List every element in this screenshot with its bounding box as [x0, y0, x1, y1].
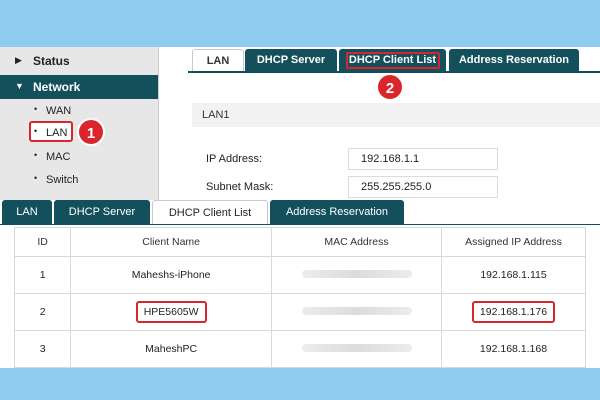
caret-right-icon: ▶ — [15, 55, 22, 65]
column-header-client-name: Client Name — [70, 227, 273, 257]
assigned-ip-highlight: 192.168.1.176 — [471, 301, 556, 323]
column-header-mac-address: MAC Address — [271, 227, 442, 257]
table-row: 1 Maheshs-iPhone 192.168.1.115 — [13, 256, 586, 294]
sidebar-item-status[interactable]: ▶ Status — [0, 49, 158, 73]
lan1-section-header: LAN1 — [192, 103, 600, 127]
section-title: LAN1 — [202, 109, 230, 121]
column-header-assigned-ip: Assigned IP Address — [441, 227, 586, 257]
subnet-mask-label: Subnet Mask: — [206, 181, 274, 193]
redacted-mac — [301, 307, 412, 315]
row-client-name: Maheshs-iPhone — [70, 256, 273, 294]
row-assigned-ip: 192.168.1.168 — [441, 330, 586, 368]
row-id: 1 — [13, 256, 72, 294]
sidebar-subitem-label: WAN — [46, 105, 72, 117]
table-row: 3 MaheshPC 192.168.1.168 — [13, 330, 586, 368]
client-name-highlight: HPE5605W — [135, 301, 207, 323]
tab-dhcp-server-top[interactable]: DHCP Server — [245, 49, 337, 71]
tab-dhcp-client-list-bottom[interactable]: DHCP Client List — [152, 200, 268, 224]
bullet-icon: • — [34, 104, 38, 114]
ip-address-field[interactable]: 192.168.1.1 — [348, 148, 498, 170]
ip-address-label: IP Address: — [206, 153, 263, 165]
tab-lan-bottom[interactable]: LAN — [2, 200, 52, 224]
row-assigned-ip: 192.168.1.176 — [441, 293, 586, 331]
sidebar-subitem-mac[interactable]: • MAC — [0, 146, 158, 168]
redacted-mac — [301, 270, 412, 278]
client-table: ID Client Name MAC Address Assigned IP A… — [13, 227, 586, 368]
dhcp-client-list-highlight-box — [346, 52, 440, 69]
row-assigned-ip: 192.168.1.115 — [441, 256, 586, 294]
column-header-id: ID — [13, 227, 72, 257]
sidebar-item-network[interactable]: ▼ Network — [0, 75, 158, 99]
sidebar-subitem-label: Switch — [46, 174, 79, 186]
tab-address-reservation-bottom[interactable]: Address Reservation — [270, 200, 404, 224]
caret-down-icon: ▼ — [15, 81, 24, 91]
tab-dhcp-server-bottom[interactable]: DHCP Server — [54, 200, 150, 224]
sidebar-subitem-wan[interactable]: • WAN — [0, 100, 158, 122]
step-badge-1: 1 — [77, 118, 105, 146]
row-mac-address — [271, 256, 442, 294]
bullet-icon: • — [34, 150, 38, 160]
table-row: 2 HPE5605W 192.168.1.176 — [13, 293, 586, 331]
row-id: 3 — [13, 330, 72, 368]
row-mac-address — [271, 330, 442, 368]
bullet-icon: • — [34, 126, 38, 136]
row-mac-address — [271, 293, 442, 331]
tab-underline — [0, 224, 600, 225]
row-client-name: MaheshPC — [70, 330, 273, 368]
sidebar-item-label: Status — [33, 54, 70, 68]
ip-address-value: 192.168.1.1 — [361, 153, 420, 165]
step-badge-2: 2 — [376, 73, 404, 101]
row-id: 2 — [13, 293, 72, 331]
sidebar-subitem-label: LAN — [46, 127, 68, 139]
table-header-row: ID Client Name MAC Address Assigned IP A… — [13, 227, 586, 257]
subnet-mask-field[interactable]: 255.255.255.0 — [348, 176, 498, 198]
redacted-mac — [301, 344, 412, 352]
client-list-panel: LAN DHCP Server DHCP Client List Address… — [0, 200, 600, 368]
row-client-name: HPE5605W — [70, 293, 273, 331]
subnet-mask-value: 255.255.255.0 — [361, 181, 432, 193]
tab-lan-top[interactable]: LAN — [192, 49, 244, 71]
tab-address-reservation-top[interactable]: Address Reservation — [449, 49, 579, 71]
sidebar-item-label: Network — [33, 80, 81, 94]
sidebar-subitem-label: MAC — [46, 151, 71, 163]
router-admin-screenshot: ▶ Status ▼ Network • WAN • LAN • MAC • S… — [0, 47, 600, 368]
sidebar-subitem-switch[interactable]: • Switch — [0, 169, 158, 191]
bullet-icon: • — [34, 173, 38, 183]
